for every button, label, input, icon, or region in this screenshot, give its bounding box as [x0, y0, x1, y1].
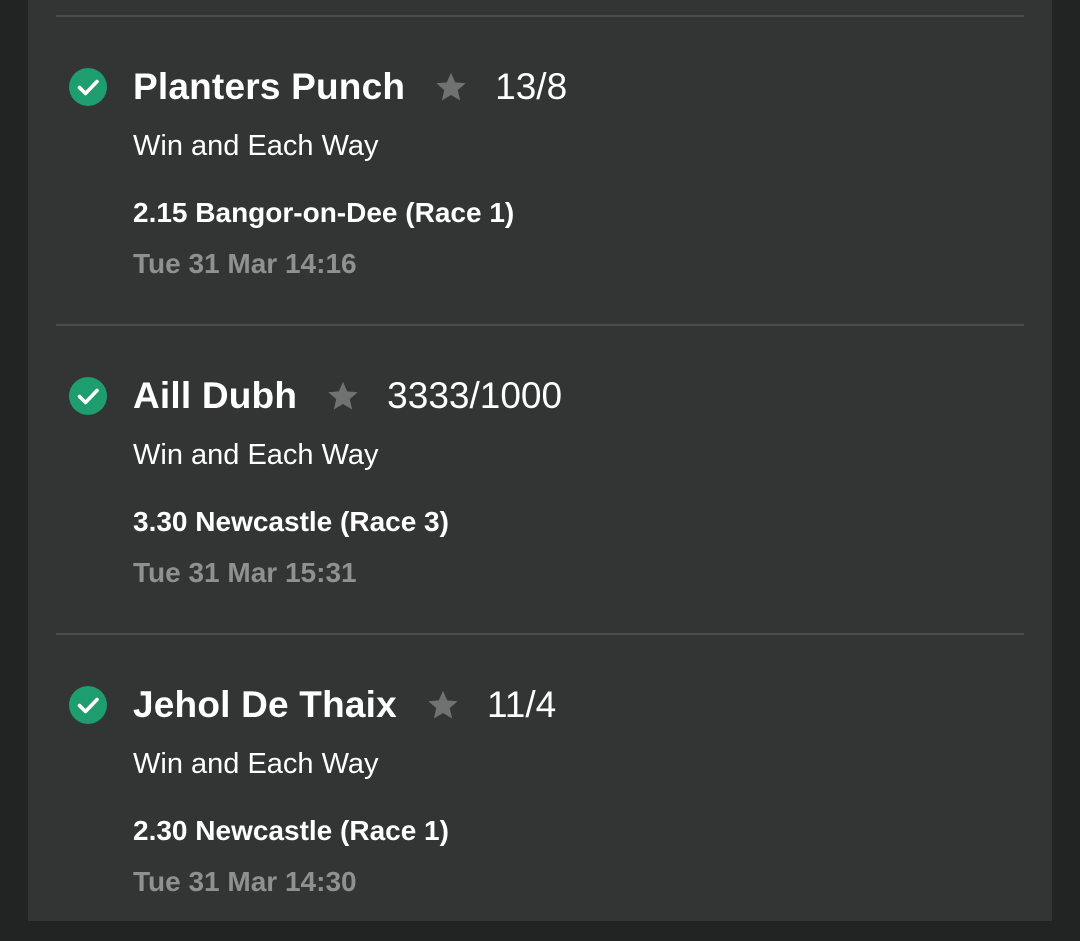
odds: 3333/1000 — [387, 375, 563, 416]
event-name: 3.30 Newcastle (Race 3) — [133, 506, 449, 537]
runner-row: Jehol De Thaix 11/4 — [133, 682, 556, 728]
check-circle-icon — [69, 68, 107, 106]
runner-row: Planters Punch 13/8 — [133, 64, 567, 110]
odds: 13/8 — [495, 66, 568, 107]
star-icon[interactable] — [425, 687, 461, 723]
runner-name: Planters Punch — [133, 66, 406, 107]
event-time: Tue 31 Mar 15:31 — [133, 557, 357, 588]
bet-selection[interactable]: Jehol De Thaix 11/4 Win and Each Way 2.3… — [28, 635, 1052, 941]
check-circle-icon — [69, 377, 107, 415]
star-icon[interactable] — [433, 69, 469, 105]
check-circle-icon — [69, 686, 107, 724]
bet-selection[interactable]: Aill Dubh 3333/1000 Win and Each Way 3.3… — [28, 326, 1052, 632]
event-time: Tue 31 Mar 14:30 — [133, 866, 357, 897]
market-name: Win and Each Way — [133, 130, 379, 162]
odds: 11/4 — [486, 684, 557, 725]
event-name: 2.15 Bangor-on-Dee (Race 1) — [133, 197, 515, 228]
market-name: Win and Each Way — [133, 439, 379, 471]
star-icon[interactable] — [325, 378, 361, 414]
runner-name: Jehol De Thaix — [133, 684, 397, 725]
bet-history-panel: Planters Punch 13/8 Win and Each Way 2.1… — [28, 0, 1052, 921]
market-name: Win and Each Way — [133, 748, 379, 780]
event-name: 2.30 Newcastle (Race 1) — [133, 815, 449, 846]
runner-row: Aill Dubh 3333/1000 — [133, 373, 562, 419]
bet-selection[interactable]: Planters Punch 13/8 Win and Each Way 2.1… — [28, 17, 1052, 323]
event-time: Tue 31 Mar 14:16 — [133, 248, 357, 279]
runner-name: Aill Dubh — [133, 375, 298, 416]
